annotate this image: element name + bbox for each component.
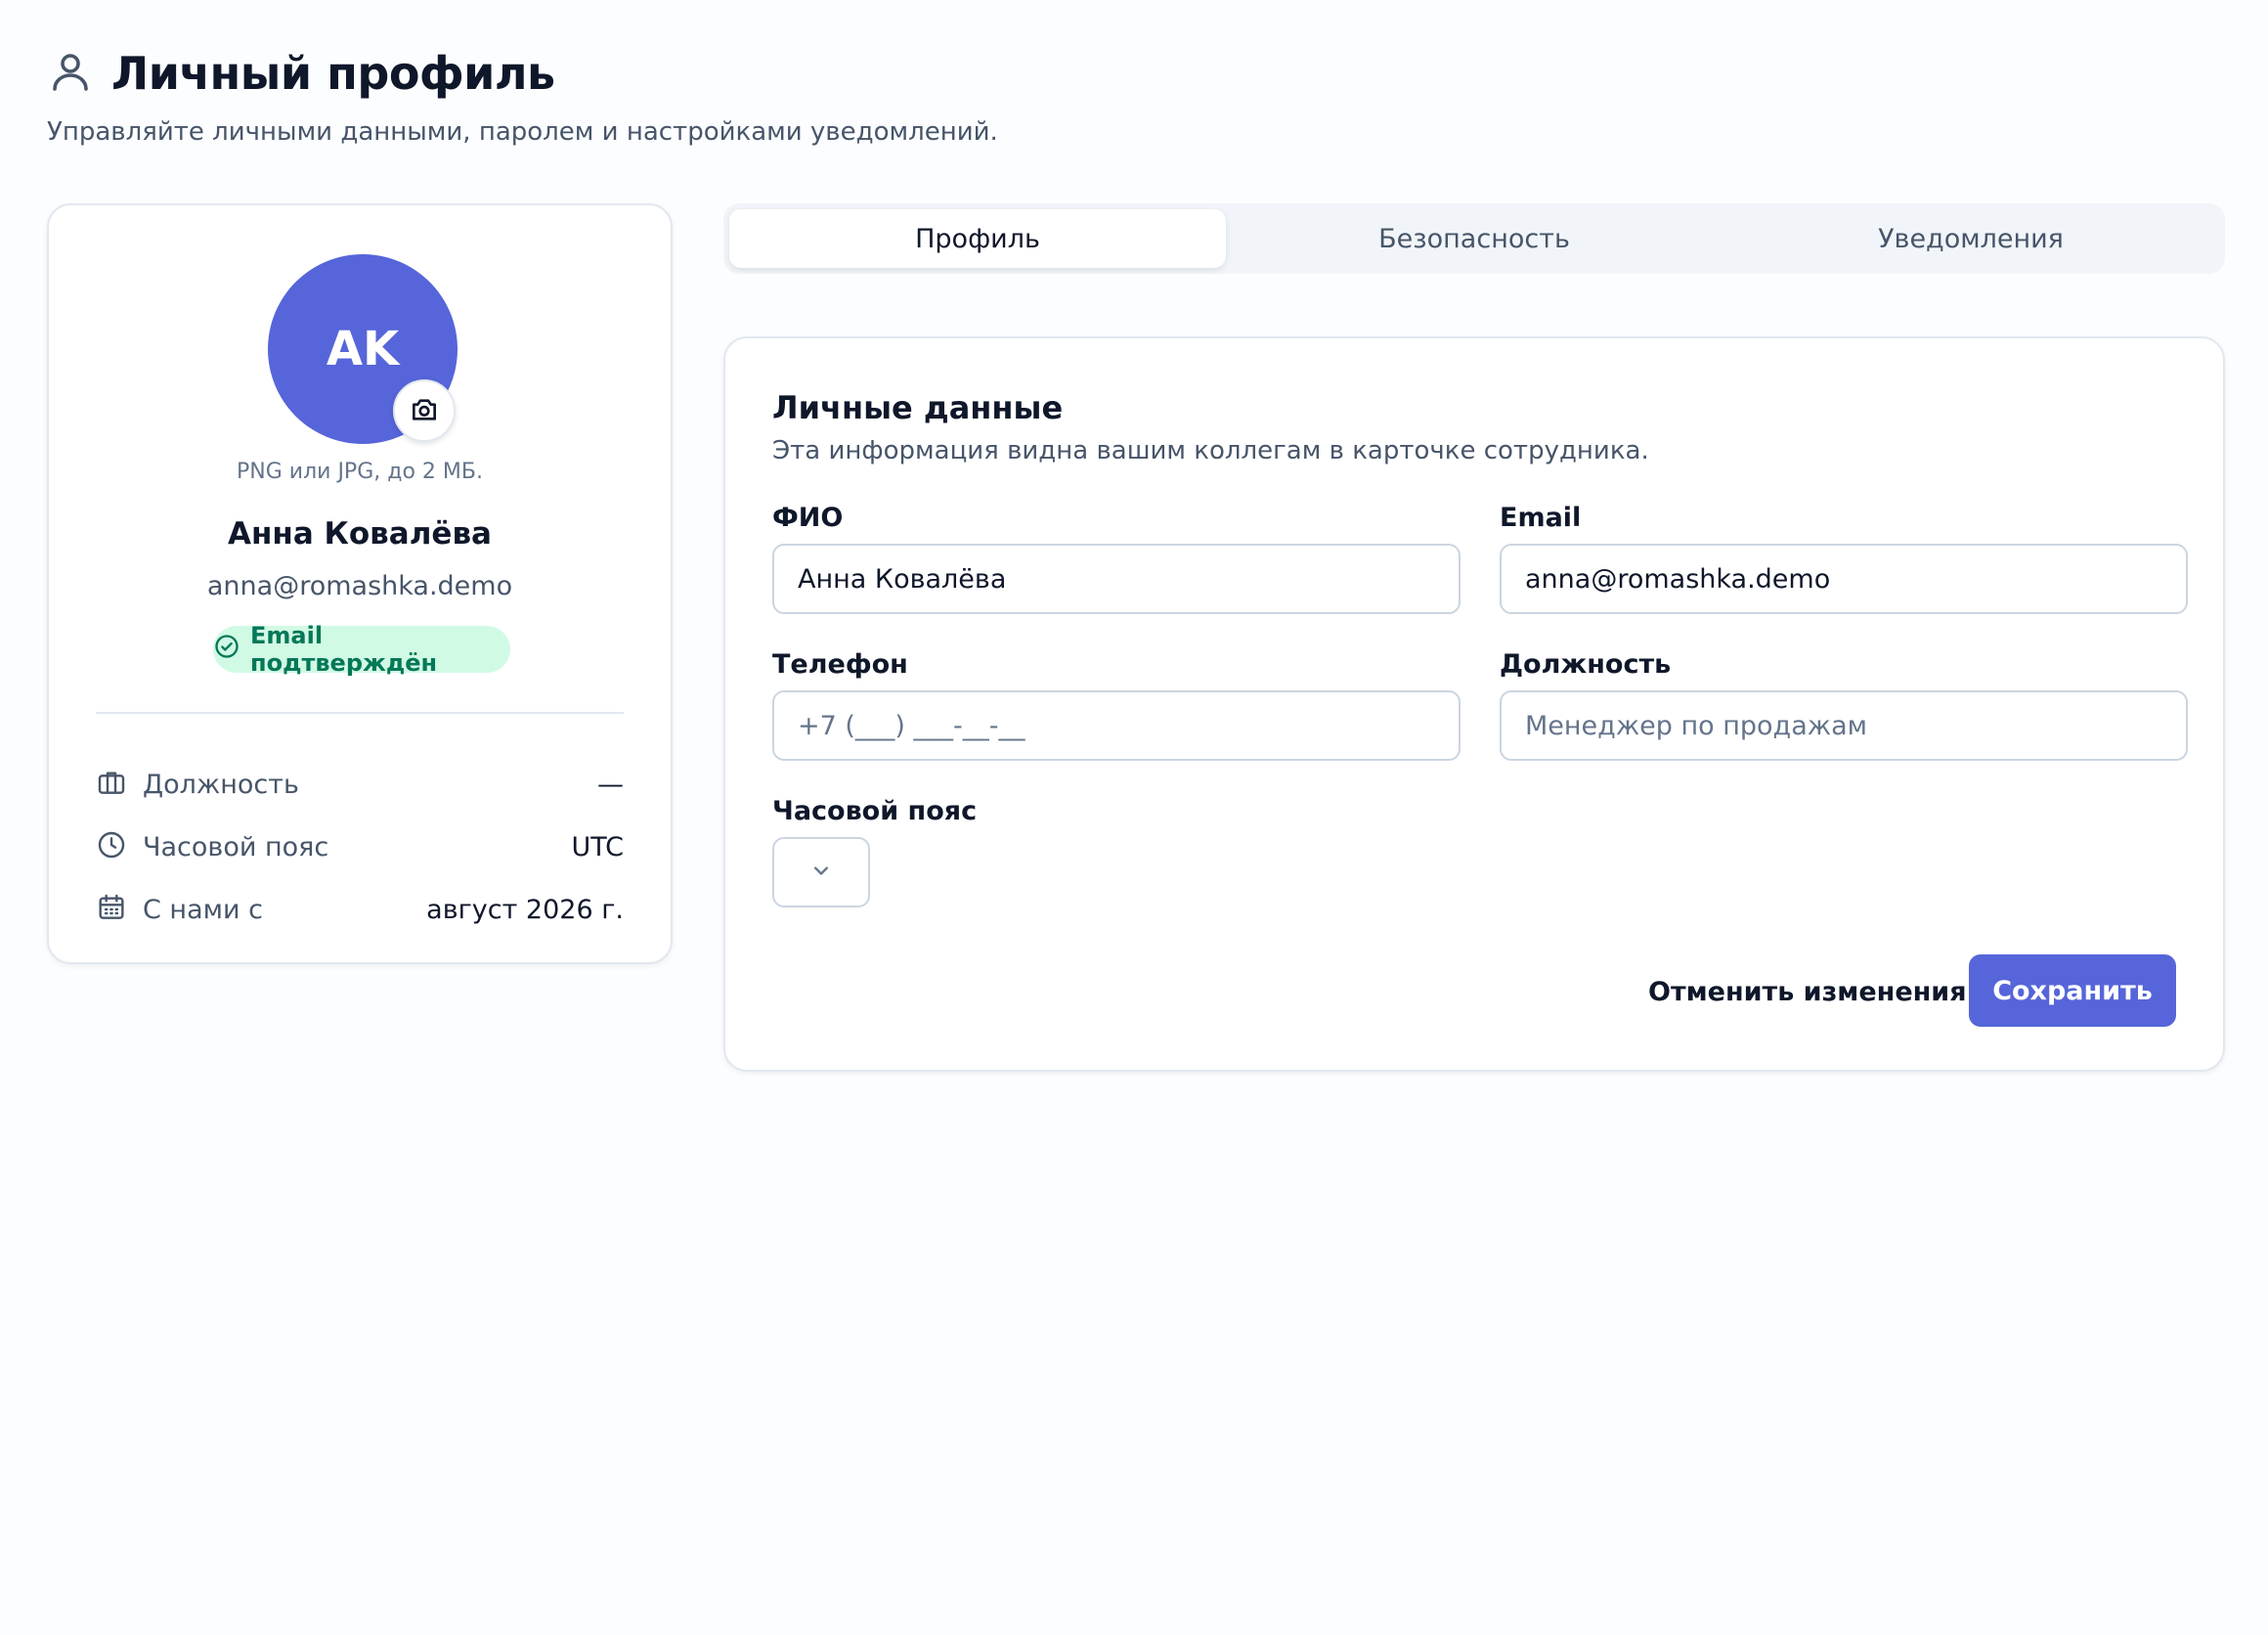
info-row-left: С нами с [96, 892, 263, 927]
profile-tabs: Профиль Безопасность Уведомления [723, 203, 2225, 274]
form-title: Личные данные [772, 389, 1064, 426]
briefcase-icon [96, 767, 127, 802]
fio-input[interactable] [772, 544, 1461, 614]
clock-icon [96, 829, 127, 864]
fio-label: ФИО [772, 503, 844, 533]
chevron-down-icon [807, 857, 835, 888]
check-circle-icon [213, 633, 240, 666]
user-email: anna@romashka.demo [206, 571, 513, 601]
info-row-joined: С нами с август 2026 г. [96, 878, 624, 941]
user-icon [47, 48, 94, 99]
divider [96, 712, 624, 714]
page-header: Личный профиль Управляйте личными данным… [47, 47, 998, 147]
email-input[interactable] [1500, 544, 2188, 614]
form-description: Эта информация видна вашим коллегам в ка… [772, 436, 1649, 465]
tab-security[interactable]: Безопасность [1226, 209, 1723, 268]
position-input[interactable] [1500, 690, 2188, 761]
email-verified-badge: Email подтверждён [213, 622, 510, 677]
title-row: Личный профиль [47, 47, 998, 100]
tab-notifications[interactable]: Уведомления [1723, 209, 2219, 268]
info-label: С нами с [143, 894, 263, 925]
tab-profile[interactable]: Профиль [729, 209, 1226, 268]
camera-icon [409, 394, 440, 428]
calendar-icon [96, 892, 127, 927]
info-row-position: Должность — [96, 753, 624, 816]
phone-input[interactable] [772, 690, 1461, 761]
timezone-select[interactable] [772, 837, 870, 907]
info-label: Должность [143, 769, 299, 800]
avatar-initials: AK [326, 322, 400, 376]
page-title: Личный профиль [111, 47, 555, 100]
info-row-left: Должность [96, 767, 299, 802]
email-label: Email [1500, 503, 1582, 533]
page-subtitle: Управляйте личными данными, паролем и на… [47, 117, 998, 147]
info-row-left: Часовой пояс [96, 829, 328, 864]
save-button[interactable]: Сохранить [1969, 954, 2176, 1027]
info-value: август 2026 г. [426, 894, 624, 925]
verified-badge-label: Email подтверждён [250, 622, 438, 677]
info-value: UTC [571, 831, 624, 862]
upload-hint: PNG или JPG, до 2 МБ. [237, 460, 483, 484]
info-row-timezone: Часовой пояс UTC [96, 816, 624, 878]
change-avatar-button[interactable] [393, 379, 456, 442]
info-label: Часовой пояс [143, 831, 329, 862]
phone-label: Телефон [772, 649, 908, 680]
profile-card: AK PNG или JPG, до 2 МБ. Анна Ковалёва a… [47, 203, 673, 964]
info-value: — [597, 769, 624, 800]
profile-info-list: Должность — Часовой пояс UTC С нами с ав… [96, 753, 624, 941]
timezone-label: Часовой пояс [772, 796, 978, 826]
personal-data-form: Личные данные Эта информация видна вашим… [723, 336, 2225, 1072]
cancel-changes-button[interactable]: Отменить изменения [1625, 956, 1990, 1027]
position-label: Должность [1500, 649, 1672, 680]
user-name: Анна Ковалёва [228, 516, 492, 552]
